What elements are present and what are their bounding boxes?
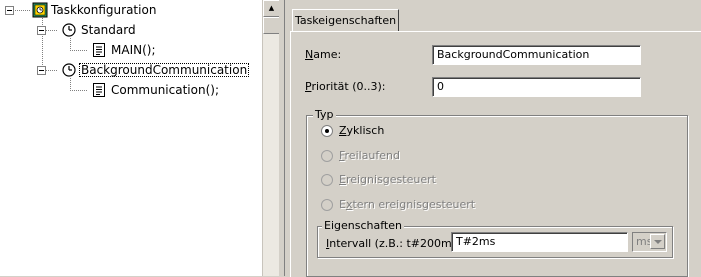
tree-node-label: Standard [81, 23, 136, 37]
priority-field[interactable]: 0 [432, 77, 641, 97]
radio-cyclic-label: Zyklisch [339, 124, 385, 137]
tree-scrollbar[interactable]: ▲ [262, 0, 280, 276]
clock-icon [62, 63, 76, 77]
scroll-thumb[interactable] [263, 17, 280, 34]
radio-external-event-label: Extern ereignisgesteuert [339, 198, 476, 211]
tree-line [70, 38, 71, 50]
task-properties-panel: Name: BackgroundCommunication Priorität … [290, 31, 701, 277]
tree-node-label: Communication(); [111, 83, 219, 97]
name-label: Name: [305, 48, 342, 61]
radio-external-event[interactable] [321, 199, 333, 211]
interval-label: Intervall (z.B.: t#200ms): [326, 237, 466, 250]
tree-node-label: BackgroundCommunication [79, 63, 250, 77]
task-config-icon [32, 2, 48, 18]
type-group: Typ Zyklisch Freilaufend Ereignisgesteue… [306, 109, 688, 277]
scroll-up-button[interactable]: ▲ [263, 0, 280, 17]
radio-freewheeling-label: Freilaufend [339, 149, 400, 162]
name-field[interactable]: BackgroundCommunication [432, 45, 641, 65]
radio-cyclic[interactable] [321, 125, 333, 137]
collapse-background-toggle[interactable] [37, 66, 46, 75]
tree-line [70, 90, 88, 91]
radio-event-driven[interactable] [321, 174, 333, 186]
chevron-down-icon[interactable] [650, 234, 665, 249]
program-icon [93, 83, 105, 97]
interval-field[interactable]: T#2ms [451, 232, 628, 252]
tree-node-label: MAIN(); [111, 43, 156, 57]
pane-splitter[interactable] [279, 0, 285, 276]
program-icon [93, 43, 105, 57]
task-tree[interactable]: Taskkonfiguration Standard MAIN(); Backg… [0, 0, 262, 276]
tab-task-properties[interactable]: Taskeigenschaften [292, 9, 399, 32]
unit-select[interactable]: ms [632, 232, 667, 252]
tree-line [70, 78, 71, 90]
radio-event-driven-label: Ereignisgesteuert [339, 173, 436, 186]
tree-node-label: Taskkonfiguration [51, 3, 157, 17]
tab-label: Taskeigenschaften [294, 14, 397, 27]
collapse-standard-toggle[interactable] [37, 26, 46, 35]
tree-node-root[interactable]: Taskkonfiguration [49, 1, 158, 19]
tree-line [13, 10, 31, 11]
tree-node-main[interactable]: MAIN(); [109, 41, 157, 59]
type-group-title: Typ [313, 108, 336, 121]
tree-node-background[interactable]: BackgroundCommunication [79, 61, 250, 79]
tree-line [70, 50, 88, 51]
properties-group: Eigenschaften Intervall (z.B.: t#200ms):… [317, 220, 673, 258]
tree-node-communication[interactable]: Communication(); [109, 81, 221, 99]
priority-label: Priorität (0..3): [305, 80, 386, 93]
clock-icon [62, 23, 76, 37]
radio-freewheeling[interactable] [321, 150, 333, 162]
tree-node-standard[interactable]: Standard [79, 21, 138, 39]
properties-group-title: Eigenschaften [322, 219, 404, 232]
collapse-root-toggle[interactable] [5, 6, 14, 15]
